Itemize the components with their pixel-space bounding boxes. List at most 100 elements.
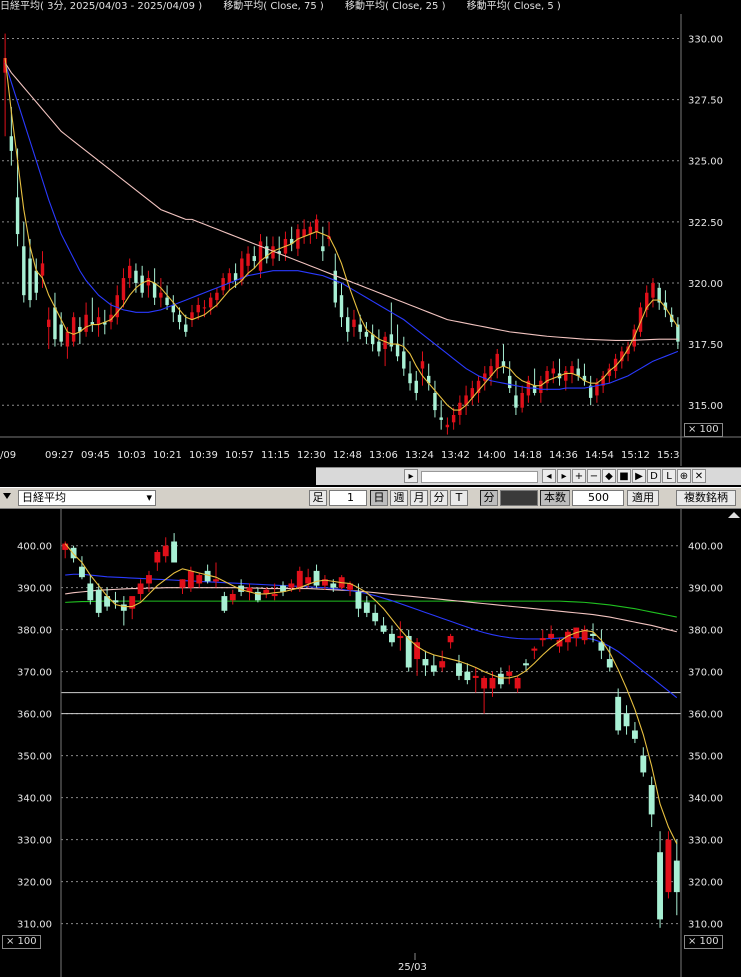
candle-body xyxy=(15,197,20,235)
candle-body xyxy=(190,312,194,320)
candle-body xyxy=(302,229,306,237)
candle-body xyxy=(451,414,456,423)
l-button[interactable]: L xyxy=(662,469,676,483)
candle-body xyxy=(532,385,537,393)
candle-body xyxy=(79,566,85,578)
x-tick-label: 14:00 xyxy=(477,450,506,461)
close-chart-button[interactable]: ✕ xyxy=(692,469,706,483)
period-month-button[interactable]: 月 xyxy=(410,490,428,506)
apply-button[interactable]: 適用 xyxy=(627,490,659,506)
candle-body xyxy=(364,331,369,337)
magnify-button[interactable]: ⊕ xyxy=(677,469,691,483)
d-button[interactable]: D xyxy=(647,469,661,483)
count-input[interactable]: 1 xyxy=(329,490,367,506)
period-minute-button[interactable]: 分 xyxy=(430,490,448,506)
scroll-prev-button[interactable]: ◂ xyxy=(542,469,556,483)
candle-body xyxy=(229,593,236,601)
candle-body xyxy=(187,570,194,588)
x-tick-label: 12:30 xyxy=(297,450,326,461)
minute-input[interactable] xyxy=(500,490,538,506)
top-magnification[interactable]: × 100 xyxy=(684,423,723,437)
honsu-input[interactable]: 500 xyxy=(572,490,624,506)
candle-body xyxy=(447,635,454,643)
y-tick-label-right: 360.00 xyxy=(688,710,723,721)
zoom-in-button[interactable]: + xyxy=(572,469,586,483)
y-tick-label: 322.50 xyxy=(688,218,723,229)
bottom-magnification-left[interactable]: × 100 xyxy=(2,935,41,949)
minute-label[interactable]: 分 xyxy=(480,490,498,506)
candle-body xyxy=(314,219,319,232)
candle-body xyxy=(397,635,404,639)
period-week-button[interactable]: 週 xyxy=(390,490,408,506)
candle-body xyxy=(171,541,178,563)
candle-body xyxy=(9,136,14,151)
candle-body xyxy=(352,319,356,327)
zoom-out-button[interactable]: − xyxy=(587,469,601,483)
candle-body xyxy=(184,324,188,332)
stop-button[interactable]: ■ xyxy=(617,469,631,483)
candle-body xyxy=(221,596,228,611)
bottom-magnification-right[interactable]: × 100 xyxy=(684,935,723,949)
candle-body xyxy=(514,677,521,689)
x-tick-label: 13:42 xyxy=(441,450,470,461)
candle-body xyxy=(395,344,400,357)
scroll-track[interactable] xyxy=(421,471,538,483)
y-tick-label-right: 400.00 xyxy=(688,542,723,553)
y-tick-label-right: 380.00 xyxy=(688,626,723,637)
toolbar-menu-icon[interactable] xyxy=(3,493,11,499)
candle-body xyxy=(308,226,313,235)
candle-body xyxy=(213,579,219,582)
y-tick-label-left: 380.00 xyxy=(17,626,52,637)
candle-body xyxy=(346,317,350,332)
scroll-next-button[interactable]: ▸ xyxy=(557,469,571,483)
candle-body xyxy=(615,696,622,731)
chevron-down-icon[interactable]: ▾ xyxy=(146,491,152,505)
x-tick-label: 11:15 xyxy=(261,450,290,461)
y-tick-label: 317.50 xyxy=(688,340,723,351)
candle-body xyxy=(358,324,362,332)
symbol-value: 日経平均 xyxy=(22,491,66,504)
candle-body xyxy=(330,583,337,588)
y-tick-label-left: 370.00 xyxy=(17,668,52,679)
candle-body xyxy=(165,297,169,305)
candle-body xyxy=(196,575,203,584)
period-tick-button[interactable]: T xyxy=(450,490,468,506)
symbol-select[interactable]: 日経平均 ▾ xyxy=(18,490,156,506)
candle-body xyxy=(651,282,655,298)
x-tick-label: 09:45 xyxy=(81,450,110,461)
y-tick-label-right: 350.00 xyxy=(688,752,723,763)
candle-body xyxy=(171,304,176,313)
y-tick-label-left: 360.00 xyxy=(17,710,52,721)
play-button[interactable]: ▶ xyxy=(632,469,646,483)
y-tick-label-left: 350.00 xyxy=(17,752,52,763)
candle-body xyxy=(137,583,144,594)
candle-body xyxy=(551,368,556,374)
candle-body xyxy=(154,551,161,563)
chart-scrollbar[interactable]: ▸ ◂ ▸ + − ◆ ■ ▶ D L ⊕ ✕ xyxy=(316,467,741,485)
period-day-button[interactable]: 日 xyxy=(370,490,388,506)
multi-symbol-button[interactable]: 複数銘柄 xyxy=(676,490,736,506)
fit-button[interactable]: ◆ xyxy=(602,469,616,483)
top-candlestick-chart[interactable]: 330.00 327.50 325.00 322.50 320.00 317.50 315.… xyxy=(0,0,741,466)
candle-body xyxy=(501,361,506,367)
x-tick-label: 10:03 xyxy=(117,450,146,461)
candle-body xyxy=(134,270,138,283)
candle-body xyxy=(377,341,381,352)
candle-body xyxy=(59,324,63,342)
candle-body xyxy=(96,317,101,325)
candle-body xyxy=(95,589,102,613)
bottom-candlestick-chart[interactable]: 400.00 400.00 390.00 390.00 380.00 380.00 370.… xyxy=(0,508,741,977)
honsu-label: 本数 xyxy=(540,490,570,506)
candle-body xyxy=(196,304,200,313)
candle-body xyxy=(84,314,88,332)
candle-body xyxy=(288,583,295,588)
ashi-label: 足 xyxy=(309,490,327,506)
candle-body xyxy=(215,292,219,301)
scroll-right-arrow-button[interactable]: ▸ xyxy=(404,469,418,483)
candle-body xyxy=(177,314,182,323)
candle-body xyxy=(489,677,496,689)
candle-body xyxy=(420,361,425,369)
candle-body xyxy=(28,258,32,301)
y-tick-label-right: 310.00 xyxy=(688,920,723,931)
candle-body xyxy=(497,673,504,685)
